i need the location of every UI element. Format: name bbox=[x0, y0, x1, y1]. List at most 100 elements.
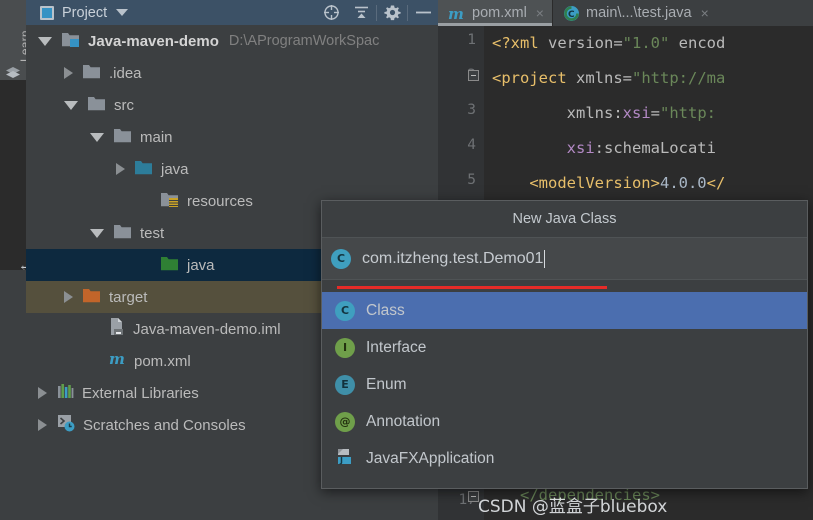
editor-tab-test-java[interactable]: Cmain\...\test.java × bbox=[553, 0, 717, 26]
locate-button[interactable] bbox=[316, 0, 346, 25]
folder-icon bbox=[87, 94, 107, 117]
tree-row-label: java bbox=[187, 256, 215, 274]
class-kind-option-annotation[interactable]: @ Annotation bbox=[322, 403, 807, 440]
svg-text:m: m bbox=[448, 5, 464, 22]
tree-row-idea[interactable]: .idea bbox=[26, 57, 438, 89]
tree-row-main[interactable]: main bbox=[26, 121, 438, 153]
settings-button[interactable] bbox=[377, 0, 407, 25]
minimize-button[interactable] bbox=[408, 0, 438, 25]
project-panel-toolbar bbox=[316, 0, 438, 25]
left-tool-strip: Learn 1: Project bbox=[0, 0, 32, 520]
module-folder-icon bbox=[61, 30, 81, 53]
project-panel-header: Project bbox=[26, 0, 438, 25]
project-panel-icon bbox=[40, 5, 54, 20]
code-token: xmlns= bbox=[576, 69, 632, 87]
tree-row-label: pom.xml bbox=[134, 352, 191, 370]
tree-row-java-maven-demo[interactable]: Java-maven-demo D:\AProgramWorkSpac bbox=[26, 25, 438, 57]
close-icon[interactable]: × bbox=[536, 5, 544, 21]
tree-row-path: D:\AProgramWorkSpac bbox=[228, 33, 380, 49]
code-token: = bbox=[650, 104, 660, 122]
watermark-text: CSDN @蓝盒子bluebox bbox=[478, 497, 668, 517]
tree-row-label: Java-maven-demo bbox=[88, 32, 219, 50]
tree-row-label: target bbox=[109, 288, 148, 306]
gutter-line-number: 3 bbox=[467, 102, 476, 118]
annotation-badge-icon: @ bbox=[335, 411, 355, 432]
chevron-down-icon[interactable] bbox=[90, 228, 104, 238]
gear-icon bbox=[383, 5, 401, 21]
dialog-title: New Java Class bbox=[322, 201, 807, 238]
editor-tab-label: pom.xml bbox=[472, 5, 527, 21]
code-token: "http: bbox=[660, 104, 716, 122]
chevron-right-icon[interactable] bbox=[116, 163, 125, 175]
minimize-icon bbox=[415, 11, 431, 14]
tree-row-label: java bbox=[161, 160, 189, 178]
code-token: encod bbox=[669, 34, 726, 52]
chevron-right-icon[interactable] bbox=[64, 67, 73, 79]
class-kind-option-interface[interactable]: I Interface bbox=[322, 329, 807, 366]
gutter-line-number: 5 bbox=[467, 172, 476, 188]
class-kind-label: JavaFXApplication bbox=[366, 449, 495, 467]
class-name-input-value: com.itzheng.test.Demo01 bbox=[362, 249, 544, 267]
collapse-all-button[interactable] bbox=[346, 0, 376, 25]
class-kind-list[interactable]: C Class I Interface E Enum @ Annotation J JavaFXA… bbox=[322, 292, 807, 477]
code-token: xsi bbox=[566, 139, 595, 157]
collapse-all-icon bbox=[354, 6, 368, 18]
code-token: <project bbox=[492, 69, 576, 87]
class-name-input[interactable]: C com.itzheng.test.Demo01 bbox=[322, 238, 807, 289]
code-line: <project xmlns="http://ma bbox=[492, 69, 725, 87]
interface-badge-icon: I bbox=[335, 337, 355, 358]
test-source-folder-icon bbox=[160, 254, 180, 277]
maven-file-icon: m bbox=[108, 350, 127, 373]
code-token: "1.0" bbox=[622, 34, 670, 52]
class-kind-option-class[interactable]: C Class bbox=[322, 292, 807, 329]
chevron-down-icon[interactable] bbox=[64, 100, 78, 110]
code-fold-icon[interactable] bbox=[468, 70, 479, 81]
excluded-folder-icon bbox=[82, 286, 102, 309]
chevron-right-icon[interactable] bbox=[38, 387, 47, 399]
toolstrip-learn-button[interactable]: Learn bbox=[0, 0, 32, 80]
code-line: xmlns:xsi="http: bbox=[492, 104, 716, 122]
chevron-down-icon[interactable] bbox=[90, 132, 104, 142]
code-token: <?xml bbox=[492, 34, 548, 52]
toolstrip-project-button[interactable]: 1: Project bbox=[0, 80, 32, 333]
svg-text:m: m bbox=[109, 350, 125, 368]
tree-row-label: .idea bbox=[109, 64, 142, 82]
enum-badge-icon: E bbox=[335, 374, 355, 395]
graduation-cap-icon bbox=[6, 67, 20, 78]
project-panel-title: Project bbox=[62, 4, 108, 21]
chevron-right-icon[interactable] bbox=[38, 419, 47, 431]
class-kind-label: Interface bbox=[366, 338, 427, 356]
tree-row-label: test bbox=[140, 224, 165, 242]
tree-row-src[interactable]: src bbox=[26, 89, 438, 121]
chevron-down-icon[interactable] bbox=[116, 9, 129, 16]
class-kind-option-enum[interactable]: E Enum bbox=[322, 366, 807, 403]
libraries-icon bbox=[56, 382, 75, 405]
class-kind-option-javafxapplication[interactable]: J JavaFXApplication bbox=[322, 440, 807, 477]
editor-tab-bar: m pom.xml × Cmain\...\test.java × bbox=[438, 0, 813, 26]
code-token: xsi bbox=[622, 104, 651, 122]
code-token: </ bbox=[706, 174, 726, 192]
class-kind-label: Class bbox=[366, 301, 405, 319]
gutter-line-number: 1 bbox=[467, 32, 476, 48]
chevron-right-icon[interactable] bbox=[64, 291, 73, 303]
maven-file-icon: m bbox=[448, 5, 466, 22]
chevron-down-icon[interactable] bbox=[38, 36, 52, 46]
code-token: <modelVersion> bbox=[492, 174, 660, 192]
editor-tab-label: main\...\test.java bbox=[585, 5, 692, 21]
tree-row-label: Java-maven-demo.iml bbox=[133, 320, 281, 338]
tree-row-label: src bbox=[114, 96, 134, 114]
svg-text:J: J bbox=[339, 456, 343, 465]
locate-icon bbox=[323, 5, 339, 20]
text-caret bbox=[544, 249, 546, 268]
editor-tab-pom-xml[interactable]: m pom.xml × bbox=[438, 0, 552, 26]
java-class-icon: C bbox=[563, 5, 580, 22]
tree-row-label: Scratches and Consoles bbox=[83, 416, 246, 434]
tree-row-java[interactable]: java bbox=[26, 153, 438, 185]
close-icon[interactable]: × bbox=[701, 5, 709, 21]
class-kind-label: Annotation bbox=[366, 412, 441, 430]
iml-file-icon bbox=[108, 317, 126, 341]
